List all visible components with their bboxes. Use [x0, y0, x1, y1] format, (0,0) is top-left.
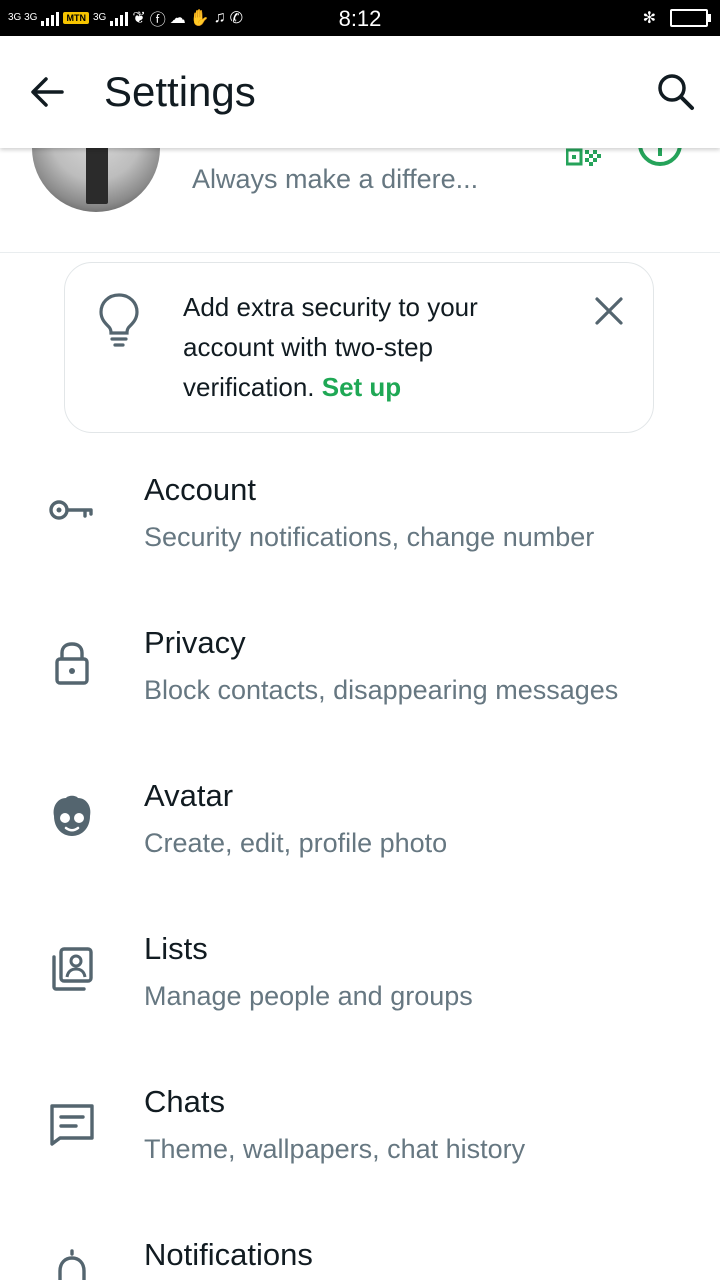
- settings-row-title: Lists: [144, 931, 208, 966]
- app-bar: Settings: [0, 36, 720, 148]
- settings-row-title: Notifications: [144, 1237, 313, 1272]
- profile-about-text: Always make a differe...: [192, 164, 479, 194]
- settings-row-subtitle: Theme, wallpapers, chat history: [144, 1134, 526, 1164]
- chat-icon: [44, 1094, 100, 1150]
- dismiss-card-button[interactable]: [589, 291, 629, 331]
- security-card-text: Add extra security to your account with …: [183, 287, 563, 407]
- bluetooth-icon: ✻: [642, 10, 656, 27]
- settings-row-subtitle: Block contacts, disappearing messages: [144, 675, 619, 705]
- status-bar: 3G 3G MTN 3G ❦ ⓕ ☁ ✋ ♫ ✆ 8:12 ✻: [0, 0, 720, 36]
- settings-row-account[interactable]: Account Security notifications, change n…: [0, 472, 720, 625]
- clock: 8:12: [338, 6, 382, 31]
- security-card: Add extra security to your account with …: [64, 262, 654, 433]
- settings-row-title: Avatar: [144, 778, 234, 813]
- qr-code-icon[interactable]: [566, 148, 602, 168]
- settings-row-title: Account: [144, 472, 257, 507]
- settings-row-chats[interactable]: Chats Theme, wallpapers, chat history: [0, 1084, 720, 1237]
- battery-icon: [670, 9, 711, 27]
- status-bar-right: ✻: [642, 0, 711, 36]
- settings-row-subtitle: Manage people and groups: [144, 981, 473, 1011]
- setup-link[interactable]: Set up: [322, 372, 401, 402]
- profile-photo[interactable]: [32, 148, 160, 212]
- search-button[interactable]: [652, 66, 700, 118]
- back-arrow-icon: [31, 77, 64, 107]
- search-icon: [658, 74, 694, 110]
- key-icon: [44, 482, 100, 538]
- settings-row-notifications[interactable]: Notifications: [0, 1237, 720, 1280]
- settings-row-lists[interactable]: Lists Manage people and groups: [0, 931, 720, 1084]
- settings-row-title: Chats: [144, 1084, 225, 1119]
- lightbulb-icon: [99, 293, 139, 347]
- add-account-button[interactable]: [638, 148, 682, 166]
- settings-row-privacy[interactable]: Privacy Block contacts, disappearing mes…: [0, 625, 720, 778]
- page-title: Settings: [104, 68, 256, 115]
- settings-row-title: Privacy: [144, 625, 246, 660]
- settings-row-subtitle: Create, edit, profile photo: [144, 828, 448, 858]
- photo-figure: [86, 148, 108, 204]
- settings-row-avatar[interactable]: Avatar Create, edit, profile photo: [0, 778, 720, 931]
- avatar-face-icon: [44, 788, 100, 844]
- lock-icon: [44, 635, 100, 691]
- profile-section[interactable]: Always make a differe...: [0, 148, 720, 253]
- back-button[interactable]: [24, 66, 72, 118]
- close-icon: [595, 297, 623, 325]
- settings-row-subtitle: Security notifications, change number: [144, 522, 595, 552]
- contact-list-icon: [44, 941, 100, 997]
- bell-icon: [44, 1245, 100, 1280]
